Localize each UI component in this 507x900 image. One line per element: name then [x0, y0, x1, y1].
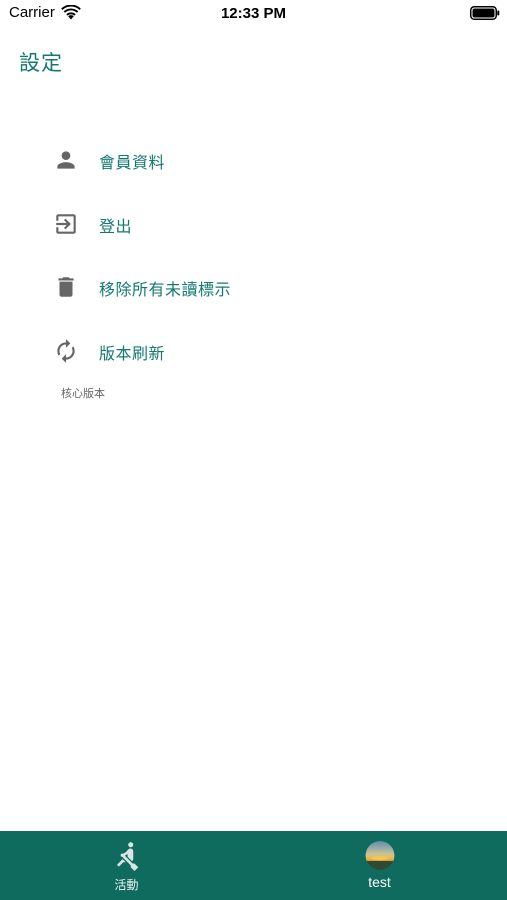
avatar [365, 841, 394, 870]
refresh-icon [57, 339, 75, 363]
status-bar: Carrier 12:33 PM [0, 0, 507, 28]
battery-icon [470, 6, 500, 20]
version-refresh-label: 版本刷新 [99, 344, 166, 363]
logout-icon [56, 214, 76, 234]
logout-item[interactable]: 登出 [48, 204, 448, 244]
tab-activities-label: 活動 [114, 878, 139, 892]
status-time: 12:33 PM [220, 5, 287, 22]
version-refresh-item[interactable]: 版本刷新 [48, 331, 448, 371]
member-profile-item[interactable]: 會員資料 [48, 140, 448, 180]
trash-icon [58, 277, 74, 297]
page-title: 設定 [19, 51, 63, 75]
clear-unread-item[interactable]: 移除所有未讀標示 [48, 267, 448, 307]
logout-label: 登出 [99, 217, 133, 236]
member-profile-label: 會員資料 [99, 153, 166, 172]
tab-profile-label: test [368, 874, 391, 890]
person-icon [57, 151, 75, 169]
tab-activities[interactable]: 活動 [0, 831, 253, 900]
tab-profile[interactable]: test [253, 831, 506, 900]
rowing-icon [116, 842, 138, 871]
tab-bar: 活動 test [0, 831, 507, 900]
clear-unread-label: 移除所有未讀標示 [99, 280, 232, 299]
core-version-label: 核心版本 [61, 387, 105, 400]
